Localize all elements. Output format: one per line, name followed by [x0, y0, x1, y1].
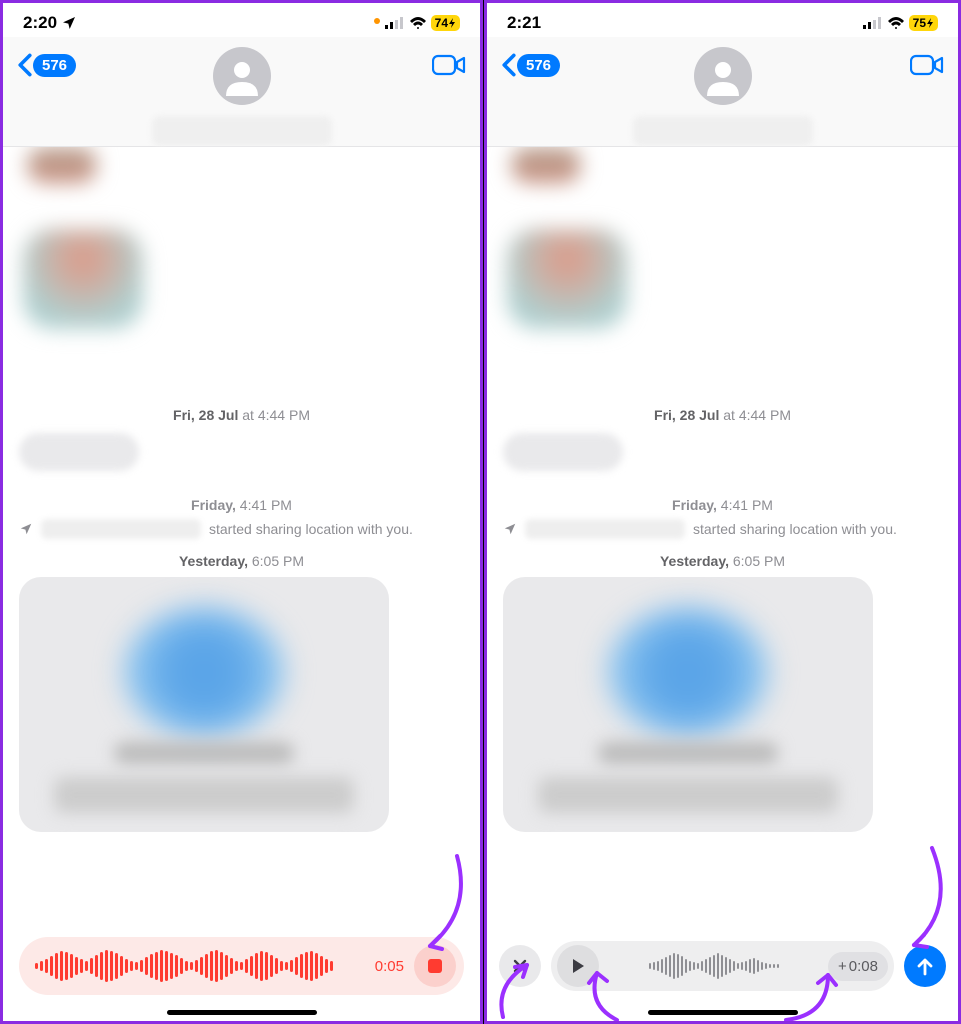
contact-name-redacted — [152, 116, 332, 146]
message-image-redacted — [507, 229, 627, 329]
date-separator: Friday, 4:41 PM — [19, 497, 464, 513]
stop-recording-icon — [428, 959, 442, 973]
date-separator: Fri, 28 Jul at 4:44 PM — [503, 407, 942, 423]
facetime-video-icon — [432, 53, 466, 77]
person-silhouette-icon — [222, 56, 262, 96]
contact-avatar[interactable] — [213, 47, 271, 105]
contact-name-redacted — [525, 519, 685, 539]
charging-bolt-icon — [448, 18, 456, 28]
plus-icon: + — [838, 958, 847, 975]
conversation-header: 576 — [3, 37, 480, 147]
audio-preview-field: + 0:08 — [551, 941, 894, 991]
location-sharing-notice: started sharing location with you. — [19, 519, 464, 539]
message-thread[interactable]: Fri, 28 Jul at 4:44 PM Friday, 4:41 PM s… — [3, 147, 480, 1021]
contact-avatar[interactable] — [694, 47, 752, 105]
message-image-redacted — [511, 147, 581, 183]
status-bar: 2:20 74 — [3, 3, 480, 37]
send-audio-button[interactable] — [904, 945, 946, 987]
location-card-redacted[interactable] — [503, 577, 873, 832]
date-separator: Yesterday, 6:05 PM — [19, 553, 464, 569]
message-thread[interactable]: Fri, 28 Jul at 4:44 PM Friday, 4:41 PM s… — [487, 147, 958, 1021]
status-bar: 2:21 75 — [487, 3, 958, 37]
date-separator: Friday, 4:41 PM — [503, 497, 942, 513]
discard-audio-button[interactable] — [499, 945, 541, 987]
message-bubble-redacted — [19, 433, 139, 471]
chevron-left-icon — [501, 53, 517, 77]
close-x-icon — [512, 958, 528, 974]
send-arrow-up-icon — [916, 956, 934, 976]
recording-elapsed-time: 0:05 — [375, 958, 404, 975]
conversation-header: 576 — [487, 37, 958, 147]
home-indicator[interactable] — [167, 1010, 317, 1015]
unread-count-pill: 576 — [33, 54, 76, 77]
message-image-redacted — [23, 229, 143, 329]
play-triangle-icon — [571, 958, 585, 974]
location-arrow-icon — [503, 522, 517, 536]
recording-waveform — [35, 948, 365, 984]
audio-preview-bar: + 0:08 — [499, 937, 946, 995]
wifi-icon — [409, 16, 427, 30]
status-time: 2:20 — [23, 13, 57, 33]
cellular-signal-icon — [863, 17, 883, 29]
wifi-icon — [887, 16, 905, 30]
home-indicator[interactable] — [648, 1010, 798, 1015]
date-separator: Fri, 28 Jul at 4:44 PM — [19, 407, 464, 423]
battery-indicator: 75 — [909, 15, 938, 31]
cellular-signal-icon — [385, 17, 405, 29]
play-audio-button[interactable] — [557, 945, 599, 987]
preview-waveform — [607, 951, 820, 981]
append-recording-button[interactable]: + 0:08 — [828, 952, 888, 981]
facetime-button[interactable] — [910, 53, 944, 82]
date-separator: Yesterday, 6:05 PM — [503, 553, 942, 569]
facetime-video-icon — [910, 53, 944, 77]
unread-count-pill: 576 — [517, 54, 560, 77]
stop-recording-button[interactable] — [414, 945, 456, 987]
status-time: 2:21 — [507, 13, 541, 33]
contact-name-redacted — [41, 519, 201, 539]
chevron-left-icon — [17, 53, 33, 77]
screenshot-playback-state: 2:21 75 576 Fri, 28 Jul at 4:44 PM — [484, 0, 961, 1024]
back-button[interactable]: 576 — [501, 53, 560, 77]
message-image-redacted — [27, 147, 97, 183]
back-button[interactable]: 576 — [17, 53, 76, 77]
audio-recording-bar: 0:05 — [19, 937, 464, 995]
location-arrow-icon — [19, 522, 33, 536]
facetime-button[interactable] — [432, 53, 466, 82]
person-silhouette-icon — [703, 56, 743, 96]
message-bubble-redacted — [503, 433, 623, 471]
screenshot-recording-state: 2:20 74 576 Fri, 28 Jul at 4:44 PM — [0, 0, 483, 1024]
battery-indicator: 74 — [431, 15, 460, 31]
contact-name-redacted — [633, 116, 813, 146]
location-arrow-icon — [61, 15, 77, 31]
mic-in-use-dot — [374, 18, 380, 24]
location-sharing-notice: started sharing location with you. — [503, 519, 942, 539]
charging-bolt-icon — [926, 18, 934, 28]
location-card-redacted[interactable] — [19, 577, 389, 832]
